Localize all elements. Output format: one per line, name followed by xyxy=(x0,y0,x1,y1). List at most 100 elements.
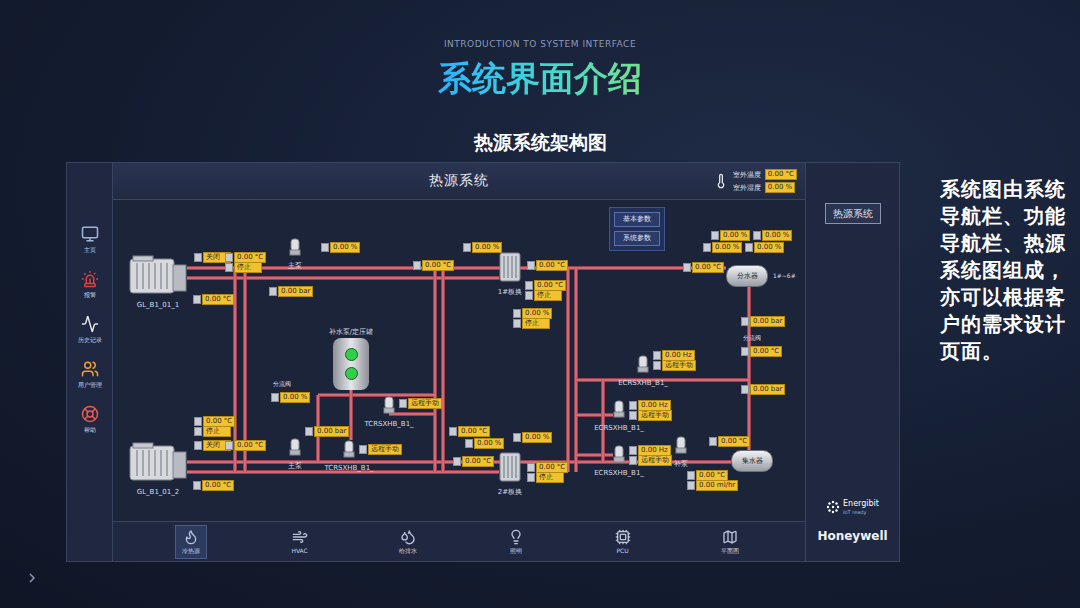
value-tag[interactable]: 0.00 bar xyxy=(741,316,785,327)
header-vessel[interactable]: 集水器 xyxy=(731,450,773,472)
sidebar-item-icon xyxy=(81,315,99,333)
equipment-label: ECRSXHB_B1_ xyxy=(618,379,668,387)
energibit-mark-icon xyxy=(826,500,840,514)
pump-icon xyxy=(613,445,625,463)
value-tag[interactable]: 0.00 °C xyxy=(683,262,724,273)
value-tag[interactable]: 0.00 % xyxy=(271,392,310,403)
value-tag[interactable]: 停止 xyxy=(225,262,262,273)
tag-value: 远程手动 xyxy=(638,455,672,466)
value-tag[interactable]: 远程手动 xyxy=(629,410,672,421)
pump-node[interactable]: 主泵 xyxy=(289,438,301,460)
value-tag[interactable]: 0.00 % xyxy=(513,432,552,443)
function-nav-label: 平面图 xyxy=(721,547,739,555)
value-tag[interactable]: 0.00 bar xyxy=(305,426,349,437)
tag-point-icon xyxy=(653,361,661,370)
sidebar-item[interactable]: 历史记录 xyxy=(78,315,102,344)
energibit-name: Energibit xyxy=(843,499,879,509)
value-tag[interactable]: 远程手动 xyxy=(629,455,672,466)
tag-value: 停止 xyxy=(536,472,564,483)
pump-node[interactable]: 主泵 xyxy=(289,238,301,260)
pump-node[interactable]: ECRSXHB_B1_ xyxy=(613,445,625,467)
tag-value: 远程手动 xyxy=(662,360,696,371)
exchanger-node[interactable]: 2#板换 xyxy=(499,452,521,486)
value-tag[interactable]: 0.00 °C xyxy=(741,346,782,357)
parameter-button[interactable]: 系统参数 xyxy=(614,231,660,246)
pump-node[interactable]: ECRSXHB_B1_ xyxy=(613,400,625,422)
value-tag[interactable]: 远程手动 xyxy=(653,360,696,371)
value-tag[interactable]: 0.00 °C xyxy=(453,456,494,467)
value-tag[interactable]: 0.00 bar xyxy=(269,286,313,297)
energibit-tagline: IoT ready xyxy=(843,509,879,515)
tag-point-icon xyxy=(359,445,367,454)
function-nav-item[interactable]: 平面图 xyxy=(714,525,746,559)
system-nav-button[interactable]: 热源系统 xyxy=(825,203,881,224)
equipment-label: 1#板换 xyxy=(498,288,522,296)
function-nav-item[interactable]: PCU xyxy=(608,525,638,559)
boiler-node[interactable]: GL_B1_01_2 xyxy=(129,442,187,486)
main-row: 主页报警历史记录用户管理帮助热源系统室外温度0.00 °C室外湿度0.00 %G… xyxy=(0,162,1080,562)
value-tag[interactable]: 0.00 °C xyxy=(193,480,234,491)
value-tag[interactable]: 0.00 ml/hr xyxy=(687,480,738,491)
tag-value: 停止 xyxy=(522,318,550,329)
tag-point-icon xyxy=(703,243,711,252)
sidebar-item[interactable]: 主页 xyxy=(81,225,99,254)
value-tag[interactable]: 0.00 °C xyxy=(225,440,266,451)
value-tag[interactable]: 0.00 % xyxy=(745,242,784,253)
sidebar-item-icon xyxy=(81,225,99,243)
pump-node[interactable]: 补泵 xyxy=(675,436,687,458)
diagram-label: 分流阀 xyxy=(273,380,291,388)
value-tag[interactable]: 停止 xyxy=(194,426,231,437)
equipment-label: GL_B1_01_1 xyxy=(137,301,179,309)
function-nav-label: PCU xyxy=(616,547,628,555)
tank xyxy=(333,338,369,390)
boiler-icon xyxy=(129,255,187,295)
function-nav-item[interactable]: HVAC xyxy=(284,525,314,559)
value-tag[interactable]: 停止 xyxy=(525,290,562,301)
function-nav-item[interactable]: 给排水 xyxy=(392,525,424,559)
tag-point-icon xyxy=(745,243,753,252)
slide-title: 系统界面介绍 xyxy=(438,58,642,98)
next-arrow-icon[interactable] xyxy=(28,572,36,584)
parameter-button[interactable]: 基本参数 xyxy=(614,212,660,227)
value-tag[interactable]: 远程手动 xyxy=(399,398,442,409)
value-tag[interactable]: 停止 xyxy=(527,472,564,483)
boiler-node[interactable]: GL_B1_01_1 xyxy=(129,255,187,299)
thermometer-icon xyxy=(713,173,729,189)
tag-value: 0.00 % xyxy=(280,392,310,403)
tank-node[interactable]: 补水泵/定压罐 xyxy=(333,338,369,390)
header-vessel[interactable]: 分水器 xyxy=(726,265,768,287)
sidebar-item[interactable]: 用户管理 xyxy=(78,360,102,389)
value-tag[interactable]: 0.00 °C xyxy=(413,260,454,271)
value-tag[interactable]: 0.00 °C xyxy=(527,260,568,271)
outdoor-value: 0.00 % xyxy=(765,182,795,193)
function-nav-item[interactable]: 冷热源 xyxy=(175,525,207,559)
value-tag[interactable]: 0.00 °C xyxy=(709,436,750,447)
value-tag[interactable]: 停止 xyxy=(513,318,550,329)
pump-node[interactable]: ECRSXHB_B1_ xyxy=(637,355,649,377)
exchanger-node[interactable]: 1#板换 xyxy=(499,252,521,286)
value-tag[interactable]: 0.00 °C xyxy=(449,426,490,437)
value-tag[interactable]: 0.00 % xyxy=(463,242,502,253)
sidebar-item-label: 主页 xyxy=(84,246,96,254)
value-tag[interactable]: 0.00 % xyxy=(711,230,750,241)
function-nav-item[interactable]: 照明 xyxy=(501,525,531,559)
value-tag[interactable]: 0.00 bar xyxy=(741,384,785,395)
tag-value: 0.00 % xyxy=(754,242,784,253)
value-tag[interactable]: 0.00 % xyxy=(321,242,360,253)
tag-point-icon xyxy=(399,399,407,408)
value-tag[interactable]: 0.00 % xyxy=(703,242,742,253)
value-tag[interactable]: 0.00 % xyxy=(753,230,792,241)
value-tag[interactable]: 0.00 °C xyxy=(193,294,234,305)
equipment-label: 2#板换 xyxy=(498,488,522,496)
pump-node[interactable]: TCRSXHB_B1_ xyxy=(343,440,355,462)
tag-value: 0.00 °C xyxy=(750,346,782,357)
tag-value: 0.00 °C xyxy=(234,440,266,451)
header-vessel-body: 分水器 xyxy=(726,265,768,287)
tag-point-icon xyxy=(194,441,202,450)
sidebar-item[interactable]: 帮助 xyxy=(81,405,99,434)
value-tag[interactable]: 远程手动 xyxy=(359,444,402,455)
pump-node[interactable]: TCRSXHB_B1_ xyxy=(383,396,395,418)
value-tag[interactable]: 0.00 % xyxy=(465,438,504,449)
sidebar-item[interactable]: 报警 xyxy=(81,270,99,299)
tag-point-icon xyxy=(527,261,535,270)
